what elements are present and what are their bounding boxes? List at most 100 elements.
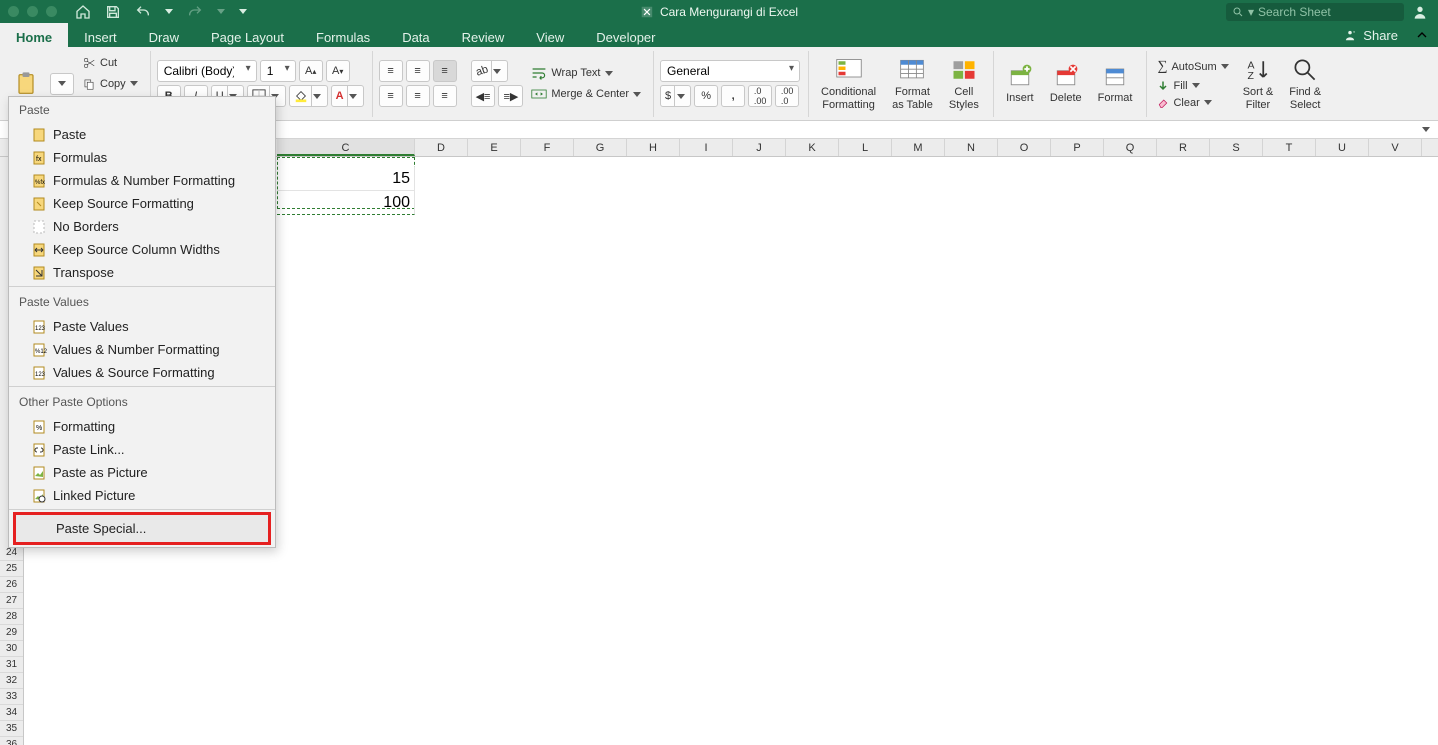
font-size[interactable] (260, 60, 296, 82)
collapse-ribbon-icon[interactable] (1414, 27, 1430, 43)
row-header[interactable]: 33 (0, 689, 23, 705)
paste-option-transpose[interactable]: Transpose (9, 261, 275, 284)
align-middle[interactable]: ≡ (406, 60, 430, 82)
align-bottom[interactable]: ≡ (433, 60, 457, 82)
merge-center-button[interactable]: Merge & Center (527, 85, 645, 103)
col-header-l[interactable]: L (839, 139, 892, 156)
paste-option-linked-picture[interactable]: Linked Picture (9, 484, 275, 507)
row-header[interactable]: 35 (0, 721, 23, 737)
home-icon[interactable] (75, 4, 91, 20)
fill-button[interactable]: Fill (1153, 78, 1232, 94)
format-as-table[interactable]: Format as Table (886, 54, 939, 112)
font-name[interactable] (157, 60, 257, 82)
col-header-d[interactable]: D (415, 139, 468, 156)
paste-option-keep-source[interactable]: Keep Source Formatting (9, 192, 275, 215)
row-header[interactable]: 34 (0, 705, 23, 721)
col-header-r[interactable]: R (1157, 139, 1210, 156)
window-controls[interactable] (8, 6, 57, 17)
tab-view[interactable]: View (520, 23, 580, 47)
col-header-s[interactable]: S (1210, 139, 1263, 156)
align-left[interactable]: ≡ (379, 85, 403, 107)
delete-cells[interactable]: Delete (1044, 60, 1088, 106)
cell-c1[interactable]: 15 (277, 167, 415, 191)
col-header-c[interactable]: C (277, 139, 415, 156)
paste-option-picture[interactable]: Paste as Picture (9, 461, 275, 484)
decrease-indent[interactable]: ◀≡ (471, 85, 496, 107)
tab-developer[interactable]: Developer (580, 23, 671, 47)
row-header[interactable]: 28 (0, 609, 23, 625)
conditional-formatting[interactable]: Conditional Formatting (815, 54, 882, 112)
row-header[interactable]: 36 (0, 737, 23, 745)
col-header-g[interactable]: G (574, 139, 627, 156)
col-header-k[interactable]: K (786, 139, 839, 156)
increase-decimal[interactable]: .0.00 (748, 85, 772, 107)
paste-option-formatting[interactable]: % Formatting (9, 415, 275, 438)
search-sheet[interactable]: ▾ (1226, 3, 1404, 21)
wrap-text-button[interactable]: Wrap Text (527, 64, 645, 82)
expand-bar-icon[interactable] (1422, 127, 1430, 132)
tab-data[interactable]: Data (386, 23, 445, 47)
col-header-u[interactable]: U (1316, 139, 1369, 156)
row-header[interactable]: 27 (0, 593, 23, 609)
paste-button[interactable] (6, 68, 46, 100)
paste-option-values-number[interactable]: %12 Values & Number Formatting (9, 338, 275, 361)
copy-button[interactable]: Copy (78, 75, 142, 93)
undo-dropdown-icon[interactable] (165, 9, 173, 14)
col-header-v[interactable]: V (1369, 139, 1422, 156)
col-header-e[interactable]: E (468, 139, 521, 156)
increase-indent[interactable]: ≡▶ (498, 85, 523, 107)
number-format[interactable] (660, 60, 800, 82)
sort-filter[interactable]: AZ Sort & Filter (1237, 54, 1280, 112)
redo-icon[interactable] (187, 4, 203, 20)
align-center[interactable]: ≡ (406, 85, 430, 107)
col-header-t[interactable]: T (1263, 139, 1316, 156)
undo-icon[interactable] (135, 4, 151, 20)
tab-home[interactable]: Home (0, 23, 68, 47)
paste-option-no-borders[interactable]: No Borders (9, 215, 275, 238)
tab-review[interactable]: Review (446, 23, 521, 47)
paste-option-paste[interactable]: Paste (9, 123, 275, 146)
row-header[interactable]: 30 (0, 641, 23, 657)
paste-dropdown[interactable] (50, 73, 74, 95)
paste-option-values-source[interactable]: 123 Values & Source Formatting (9, 361, 275, 384)
insert-cells[interactable]: Insert (1000, 60, 1040, 106)
tab-formulas[interactable]: Formulas (300, 23, 386, 47)
user-avatar-icon[interactable] (1412, 4, 1428, 20)
col-header-p[interactable]: P (1051, 139, 1104, 156)
minimize-window[interactable] (27, 6, 38, 17)
col-header-q[interactable]: Q (1104, 139, 1157, 156)
paste-option-values[interactable]: 123 Paste Values (9, 315, 275, 338)
clear-button[interactable]: Clear (1153, 95, 1232, 111)
comma-button[interactable]: , (721, 85, 745, 107)
tab-insert[interactable]: Insert (68, 23, 133, 47)
col-header-i[interactable]: I (680, 139, 733, 156)
paste-option-formulas[interactable]: fx Formulas (9, 146, 275, 169)
col-header-j[interactable]: J (733, 139, 786, 156)
qat-customize-icon[interactable] (239, 9, 247, 14)
tab-page-layout[interactable]: Page Layout (195, 23, 300, 47)
col-header-h[interactable]: H (627, 139, 680, 156)
find-select[interactable]: Find & Select (1283, 54, 1327, 112)
row-header[interactable]: 26 (0, 577, 23, 593)
row-header[interactable]: 25 (0, 561, 23, 577)
cut-button[interactable]: Cut (78, 54, 142, 72)
fill-color-button[interactable] (289, 85, 328, 107)
percent-button[interactable]: % (694, 85, 718, 107)
decrease-decimal[interactable]: .00.0 (775, 85, 799, 107)
redo-dropdown-icon[interactable] (217, 9, 225, 14)
paste-special[interactable]: Paste Special... (13, 512, 271, 545)
paste-option-keep-widths[interactable]: Keep Source Column Widths (9, 238, 275, 261)
row-header[interactable]: 31 (0, 657, 23, 673)
zoom-window[interactable] (46, 6, 57, 17)
grow-font[interactable]: A▴ (299, 60, 323, 82)
cell-styles[interactable]: Cell Styles (943, 54, 985, 112)
col-header-o[interactable]: O (998, 139, 1051, 156)
shrink-font[interactable]: A▾ (326, 60, 350, 82)
tab-draw[interactable]: Draw (133, 23, 195, 47)
search-input[interactable] (1258, 5, 1398, 19)
close-window[interactable] (8, 6, 19, 17)
paste-option-formulas-number[interactable]: %fx Formulas & Number Formatting (9, 169, 275, 192)
share-button[interactable]: Share (1333, 23, 1408, 47)
font-color-button[interactable]: A (331, 85, 364, 107)
row-header[interactable]: 32 (0, 673, 23, 689)
